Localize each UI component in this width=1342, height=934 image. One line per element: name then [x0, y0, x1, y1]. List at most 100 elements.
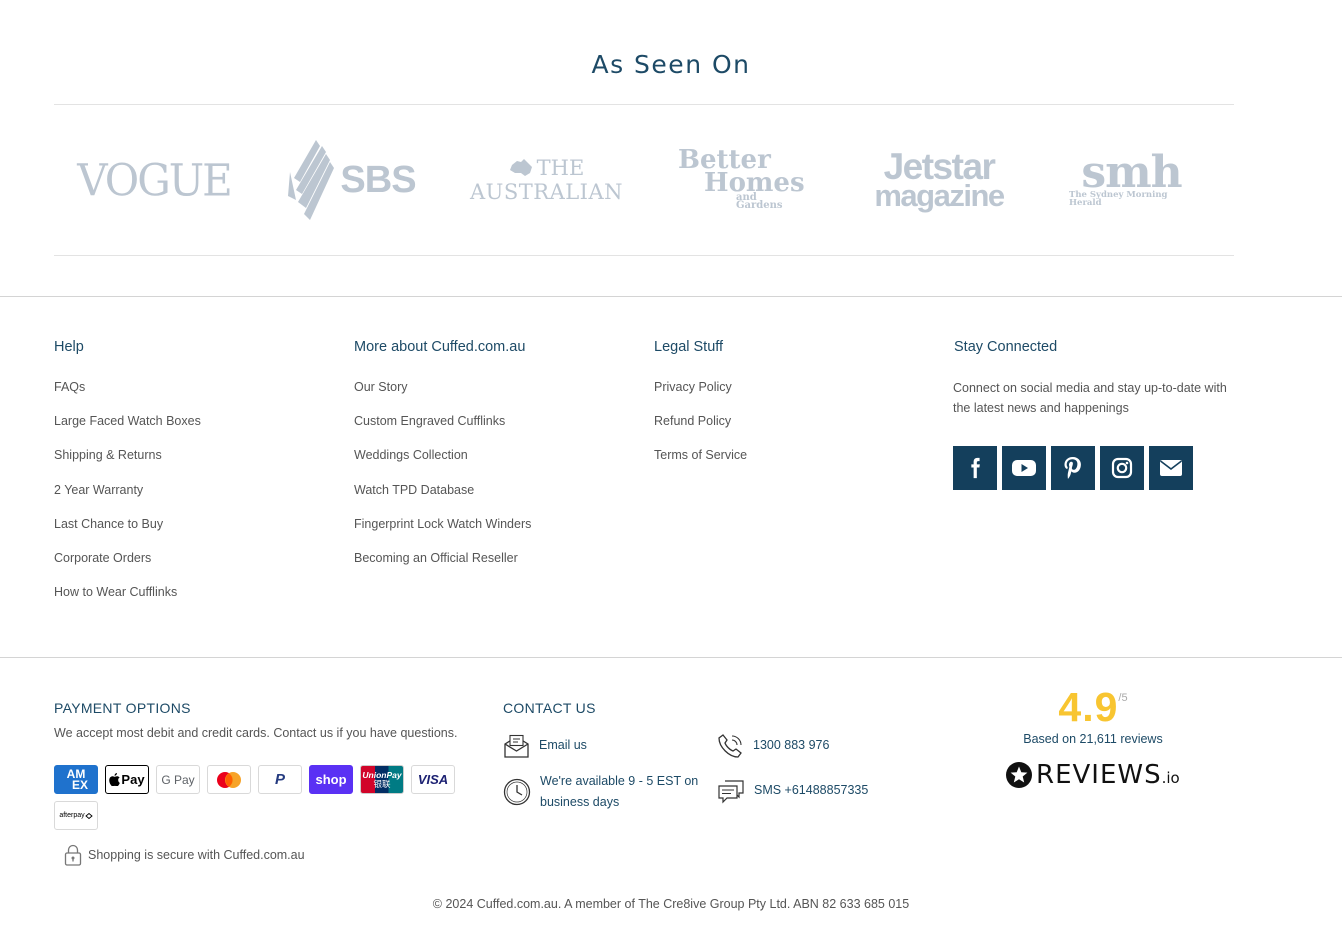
pinterest-button[interactable] — [1051, 446, 1095, 490]
smh-line1: smh — [1081, 146, 1182, 198]
press-logos: VOGUE SBS THE AUSTRALIAN Better Homes an… — [54, 130, 1234, 230]
section-divider — [0, 296, 1342, 297]
more-link-engraved[interactable]: Custom Engraved Cufflinks — [354, 413, 531, 447]
more-link-tpd[interactable]: Watch TPD Database — [354, 482, 531, 516]
better-homes-line2: Homes — [704, 167, 805, 198]
mastercard-card — [207, 765, 251, 794]
sms-link[interactable]: SMS +61488857335 — [717, 779, 868, 804]
google-pay-label: G Pay — [161, 772, 195, 787]
review-count: Based on 21,611 reviews — [1023, 732, 1163, 746]
help-link-faqs[interactable]: FAQs — [54, 379, 201, 413]
youtube-icon — [1012, 460, 1036, 476]
more-about-list: Our Story Custom Engraved Cufflinks Wedd… — [354, 379, 531, 584]
star-circle-icon — [1006, 762, 1032, 788]
vogue-logo-text: VOGUE — [77, 154, 233, 206]
the-australian-logo: THE AUSTRALIAN — [470, 130, 623, 230]
smh-logo: smh The Sydney Morning Herald — [1069, 130, 1194, 230]
more-link-our-story[interactable]: Our Story — [354, 379, 531, 413]
more-link-reseller[interactable]: Becoming an Official Reseller — [354, 550, 531, 584]
afterpay-arrows-icon — [84, 812, 93, 819]
envelope-icon — [504, 734, 529, 758]
contact-us-title: CONTACT US — [503, 700, 596, 716]
section-divider — [0, 657, 1342, 658]
more-link-weddings[interactable]: Weddings Collection — [354, 447, 531, 481]
reviews-io-logo[interactable]: REVIEWS.io — [1005, 760, 1180, 790]
shop-pay-card: shop — [309, 765, 353, 794]
legal-list: Privacy Policy Refund Policy Terms of Se… — [654, 379, 747, 482]
amex-card: AM EX — [54, 765, 98, 794]
help-list: FAQs Large Faced Watch Boxes Shipping & … — [54, 379, 201, 618]
apple-pay-label: Pay — [121, 772, 145, 787]
phone-icon — [718, 734, 742, 758]
email-us-text: Email us — [539, 738, 587, 752]
lock-icon — [64, 844, 82, 866]
australia-map-icon — [509, 159, 532, 176]
unionpay-card: UnionPay 银联 — [360, 765, 404, 794]
reviews-brand-suffix: .io — [1161, 769, 1180, 787]
stay-connected-title: Stay Connected — [954, 339, 1058, 355]
legal-title: Legal Stuff — [654, 339, 724, 355]
review-score-value: 4.9 — [1058, 684, 1119, 730]
visa-card: VISA — [411, 765, 455, 794]
the-australian-line1: THE — [536, 156, 585, 180]
instagram-button[interactable] — [1100, 446, 1144, 490]
better-homes-logo: Better Homes and Gardens — [674, 130, 805, 230]
sms-text: SMS +61488857335 — [754, 783, 869, 797]
jetstar-line2: magazine — [874, 177, 1005, 213]
clock-icon — [503, 778, 531, 806]
more-about-title: More about Cuffed.com.au — [354, 339, 526, 355]
review-score-max: /5 — [1118, 692, 1128, 704]
divider — [54, 104, 1234, 105]
the-australian-line2: AUSTRALIAN — [470, 180, 624, 204]
email-icon — [1160, 460, 1182, 476]
facebook-button[interactable] — [953, 446, 997, 490]
help-link-corporate[interactable]: Corporate Orders — [54, 550, 201, 584]
apple-pay-card: Pay — [105, 765, 149, 794]
as-seen-on-title: As Seen On — [591, 50, 751, 79]
copyright-text: © 2024 Cuffed.com.au. A member of The Cr… — [432, 897, 910, 911]
vogue-logo: VOGUE — [77, 130, 233, 230]
jetstar-logo: Jetstar magazine — [869, 130, 1009, 230]
social-links — [953, 446, 1193, 490]
phone-link[interactable]: 1300 883 976 — [717, 733, 829, 760]
payment-options-title: PAYMENT OPTIONS — [54, 700, 191, 716]
more-link-winders[interactable]: Fingerprint Lock Watch Winders — [354, 516, 531, 550]
amex-label-bottom: EX — [71, 777, 88, 792]
business-hours-text: We're available 9 - 5 EST on business da… — [540, 774, 699, 809]
the-australian-top: THE — [509, 156, 585, 180]
pinterest-icon — [1064, 457, 1081, 479]
help-link-how-to-wear[interactable]: How to Wear Cufflinks — [54, 584, 201, 618]
visa-label: VISA — [417, 772, 449, 787]
sbs-logo-text: SBS — [340, 158, 416, 201]
email-button[interactable] — [1149, 446, 1193, 490]
paypal-card: P — [258, 765, 302, 794]
help-link-warranty[interactable]: 2 Year Warranty — [54, 482, 201, 516]
afterpay-card: afterpay — [54, 801, 98, 830]
help-link-shipping[interactable]: Shipping & Returns — [54, 447, 201, 481]
shop-pay-label: shop — [315, 772, 347, 787]
legal-link-refund[interactable]: Refund Policy — [654, 413, 747, 447]
stay-connected-text: Connect on social media and stay up-to-d… — [953, 381, 1227, 415]
paypal-label: P — [274, 771, 285, 788]
legal-link-terms[interactable]: Terms of Service — [654, 447, 747, 481]
divider — [54, 255, 1234, 256]
better-homes-line3: and Gardens — [736, 191, 783, 212]
review-score: 4.9/5 — [993, 684, 1193, 731]
email-us-link[interactable]: Email us — [503, 734, 587, 759]
smh-line2: The Sydney Morning Herald — [1069, 190, 1168, 208]
unionpay-label-bottom: 银联 — [373, 778, 391, 789]
sbs-logo: SBS — [286, 130, 417, 230]
chat-icon — [718, 780, 744, 804]
afterpay-label: afterpay — [59, 812, 85, 819]
help-link-last-chance[interactable]: Last Chance to Buy — [54, 516, 201, 550]
secure-shopping-text: Shopping is secure with Cuffed.com.au — [88, 848, 305, 862]
help-link-watch-boxes[interactable]: Large Faced Watch Boxes — [54, 413, 201, 447]
legal-link-privacy[interactable]: Privacy Policy — [654, 379, 747, 413]
secure-shopping: Shopping is secure with Cuffed.com.au — [64, 844, 305, 866]
youtube-button[interactable] — [1002, 446, 1046, 490]
phone-text: 1300 883 976 — [753, 738, 830, 752]
reviews-brand-text: REVIEWS — [1036, 760, 1162, 790]
sbs-mercator-icon — [288, 140, 335, 220]
instagram-icon — [1111, 457, 1133, 479]
payment-options-text: We accept most debit and credit cards. C… — [54, 726, 458, 740]
